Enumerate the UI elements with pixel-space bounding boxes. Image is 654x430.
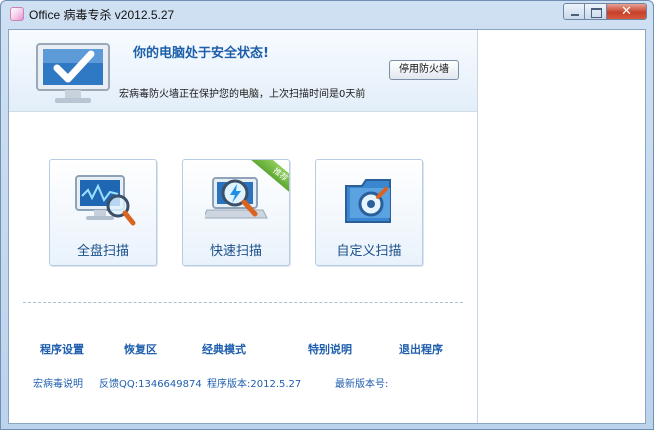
exit-program-link[interactable]: 退出程序 — [399, 341, 443, 357]
special-notes-link[interactable]: 特别说明 — [308, 341, 352, 357]
window-title: Office 病毒专杀 v2012.5.27 — [29, 8, 175, 22]
monitor-magnifier-icon — [75, 175, 136, 226]
status-subtitle: 宏病毒防火墙正在保护您的电脑，上次扫描时间是0天前 — [119, 89, 366, 100]
app-icon — [10, 7, 24, 21]
laptop-lightning-icon — [205, 177, 268, 219]
disable-firewall-button[interactable]: 停用防火墙 — [389, 60, 459, 80]
title-bar[interactable]: Office 病毒专杀 v2012.5.27 ✕ — [1, 1, 653, 27]
full-scan-label: 全盘扫描 — [76, 244, 129, 259]
folder-target-icon — [345, 179, 391, 223]
maximize-button[interactable] — [585, 3, 607, 20]
latest-version-text: 最新版本号: — [335, 379, 389, 390]
main-panel: 你的电脑处于安全状态! 宏病毒防火墙正在保护您的电脑，上次扫描时间是0天前 停用… — [9, 30, 477, 423]
status-title: 你的电脑处于安全状态! — [133, 46, 269, 61]
program-version-text: 程序版本:2012.5.27 — [207, 379, 302, 390]
quick-scan-tile[interactable]: 推荐 快速扫描 — [182, 159, 290, 266]
full-scan-tile[interactable]: 全盘扫描 — [49, 159, 157, 266]
macro-virus-help-link[interactable]: 宏病毒说明 — [33, 375, 83, 390]
status-header: 你的电脑处于安全状态! 宏病毒防火墙正在保护您的电脑，上次扫描时间是0天前 停用… — [9, 30, 477, 112]
close-button[interactable]: ✕ — [607, 3, 647, 20]
side-panel — [477, 30, 645, 423]
program-settings-link[interactable]: 程序设置 — [40, 341, 84, 357]
classic-mode-link[interactable]: 经典模式 — [202, 341, 246, 357]
quarantine-link[interactable]: 恢复区 — [124, 341, 157, 357]
client-area: 你的电脑处于安全状态! 宏病毒防火墙正在保护您的电脑，上次扫描时间是0天前 停用… — [8, 29, 646, 424]
close-icon: ✕ — [621, 4, 632, 19]
minimize-button[interactable] — [563, 3, 585, 20]
feedback-qq-text: 反馈QQ:1346649874 — [99, 379, 202, 390]
app-window: Office 病毒专杀 v2012.5.27 ✕ 你的电脑处于安全状态! 宏病毒… — [0, 0, 654, 430]
divider — [23, 302, 463, 303]
shield-check-monitor-icon — [36, 43, 110, 103]
custom-scan-tile[interactable]: 自定义扫描 — [315, 159, 423, 266]
quick-scan-label: 快速扫描 — [209, 244, 262, 259]
custom-scan-label: 自定义扫描 — [336, 244, 402, 259]
